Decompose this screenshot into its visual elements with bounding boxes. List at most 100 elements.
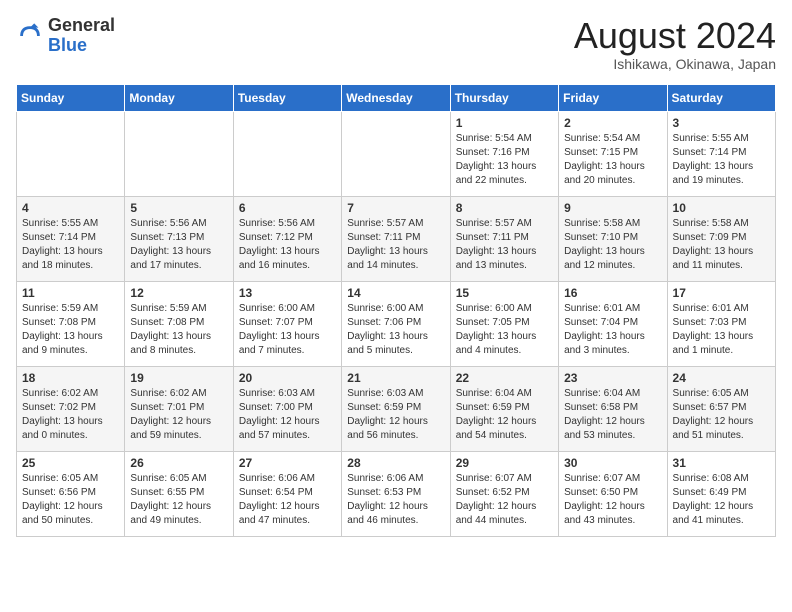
day-number: 26 (130, 456, 227, 470)
day-number: 23 (564, 371, 661, 385)
weekday-header-saturday: Saturday (667, 84, 775, 111)
calendar-week-2: 4 Sunrise: 5:55 AM Sunset: 7:14 PM Daylig… (17, 196, 776, 281)
day-info: Sunrise: 6:03 AM Sunset: 7:00 PM Dayligh… (239, 387, 336, 443)
day-info: Sunrise: 5:54 AM Sunset: 7:15 PM Dayligh… (564, 132, 661, 188)
calendar-cell: 20 Sunrise: 6:03 AM Sunset: 7:00 PM Dayli… (233, 366, 341, 451)
day-info: Sunrise: 5:59 AM Sunset: 7:08 PM Dayligh… (130, 302, 227, 358)
day-info: Sunrise: 5:58 AM Sunset: 7:09 PM Dayligh… (673, 217, 770, 273)
calendar-cell: 12 Sunrise: 5:59 AM Sunset: 7:08 PM Dayli… (125, 281, 233, 366)
day-info: Sunrise: 6:01 AM Sunset: 7:04 PM Dayligh… (564, 302, 661, 358)
calendar-cell: 2Sunrise: 5:54 AM Sunset: 7:15 PM Daylig… (559, 111, 667, 196)
day-number: 22 (456, 371, 553, 385)
calendar-cell: 4 Sunrise: 5:55 AM Sunset: 7:14 PM Daylig… (17, 196, 125, 281)
calendar-cell: 17Sunrise: 6:01 AM Sunset: 7:03 PM Dayli… (667, 281, 775, 366)
day-number: 15 (456, 286, 553, 300)
day-info: Sunrise: 5:58 AM Sunset: 7:10 PM Dayligh… (564, 217, 661, 273)
calendar-cell: 14Sunrise: 6:00 AM Sunset: 7:06 PM Dayli… (342, 281, 450, 366)
day-number: 1 (456, 116, 553, 130)
day-info: Sunrise: 5:55 AM Sunset: 7:14 PM Dayligh… (673, 132, 770, 188)
day-info: Sunrise: 6:02 AM Sunset: 7:01 PM Dayligh… (130, 387, 227, 443)
calendar-cell (17, 111, 125, 196)
day-number: 24 (673, 371, 770, 385)
day-info: Sunrise: 5:54 AM Sunset: 7:16 PM Dayligh… (456, 132, 553, 188)
day-info: Sunrise: 6:05 AM Sunset: 6:56 PM Dayligh… (22, 472, 119, 528)
logo: General Blue (16, 16, 115, 56)
day-info: Sunrise: 6:00 AM Sunset: 7:07 PM Dayligh… (239, 302, 336, 358)
day-number: 7 (347, 201, 444, 215)
day-info: Sunrise: 5:57 AM Sunset: 7:11 PM Dayligh… (347, 217, 444, 273)
calendar-table: SundayMondayTuesdayWednesdayThursdayFrid… (16, 84, 776, 537)
day-number: 3 (673, 116, 770, 130)
day-number: 16 (564, 286, 661, 300)
calendar-cell: 27 Sunrise: 6:06 AM Sunset: 6:54 PM Dayli… (233, 451, 341, 536)
calendar-cell: 31Sunrise: 6:08 AM Sunset: 6:49 PM Dayli… (667, 451, 775, 536)
day-number: 20 (239, 371, 336, 385)
day-info: Sunrise: 5:55 AM Sunset: 7:14 PM Dayligh… (22, 217, 119, 273)
day-info: Sunrise: 5:59 AM Sunset: 7:08 PM Dayligh… (22, 302, 119, 358)
day-number: 21 (347, 371, 444, 385)
calendar-cell: 9 Sunrise: 5:58 AM Sunset: 7:10 PM Daylig… (559, 196, 667, 281)
calendar-cell: 21 Sunrise: 6:03 AM Sunset: 6:59 PM Dayli… (342, 366, 450, 451)
day-info: Sunrise: 6:00 AM Sunset: 7:06 PM Dayligh… (347, 302, 444, 358)
day-number: 5 (130, 201, 227, 215)
weekday-header-wednesday: Wednesday (342, 84, 450, 111)
day-info: Sunrise: 6:05 AM Sunset: 6:57 PM Dayligh… (673, 387, 770, 443)
day-number: 28 (347, 456, 444, 470)
calendar-cell: 1 Sunrise: 5:54 AM Sunset: 7:16 PM Daylig… (450, 111, 558, 196)
calendar-cell (125, 111, 233, 196)
day-info: Sunrise: 6:03 AM Sunset: 6:59 PM Dayligh… (347, 387, 444, 443)
calendar-cell: 22 Sunrise: 6:04 AM Sunset: 6:59 PM Dayli… (450, 366, 558, 451)
day-info: Sunrise: 6:07 AM Sunset: 6:52 PM Dayligh… (456, 472, 553, 528)
day-number: 12 (130, 286, 227, 300)
page-header: General Blue August 2024 Ishikawa, Okina… (16, 16, 776, 72)
calendar-cell: 15 Sunrise: 6:00 AM Sunset: 7:05 PM Dayli… (450, 281, 558, 366)
calendar-cell: 29 Sunrise: 6:07 AM Sunset: 6:52 PM Dayli… (450, 451, 558, 536)
calendar-cell: 30 Sunrise: 6:07 AM Sunset: 6:50 PM Dayli… (559, 451, 667, 536)
calendar-cell: 19Sunrise: 6:02 AM Sunset: 7:01 PM Dayli… (125, 366, 233, 451)
calendar-cell: 11Sunrise: 5:59 AM Sunset: 7:08 PM Dayli… (17, 281, 125, 366)
calendar-cell: 26 Sunrise: 6:05 AM Sunset: 6:55 PM Dayli… (125, 451, 233, 536)
weekday-header-friday: Friday (559, 84, 667, 111)
day-number: 25 (22, 456, 119, 470)
day-info: Sunrise: 6:08 AM Sunset: 6:49 PM Dayligh… (673, 472, 770, 528)
calendar-cell: 13 Sunrise: 6:00 AM Sunset: 7:07 PM Dayli… (233, 281, 341, 366)
day-number: 18 (22, 371, 119, 385)
calendar-cell: 6Sunrise: 5:56 AM Sunset: 7:12 PM Daylig… (233, 196, 341, 281)
day-info: Sunrise: 6:00 AM Sunset: 7:05 PM Dayligh… (456, 302, 553, 358)
calendar-cell: 23Sunrise: 6:04 AM Sunset: 6:58 PM Dayli… (559, 366, 667, 451)
calendar-cell (342, 111, 450, 196)
calendar-week-5: 25 Sunrise: 6:05 AM Sunset: 6:56 PM Dayli… (17, 451, 776, 536)
calendar-week-3: 11Sunrise: 5:59 AM Sunset: 7:08 PM Dayli… (17, 281, 776, 366)
day-number: 10 (673, 201, 770, 215)
weekday-header-thursday: Thursday (450, 84, 558, 111)
calendar-cell: 5 Sunrise: 5:56 AM Sunset: 7:13 PM Daylig… (125, 196, 233, 281)
day-number: 27 (239, 456, 336, 470)
day-number: 30 (564, 456, 661, 470)
logo-icon (16, 22, 44, 50)
weekday-header-tuesday: Tuesday (233, 84, 341, 111)
day-number: 6 (239, 201, 336, 215)
calendar-cell (233, 111, 341, 196)
day-info: Sunrise: 6:04 AM Sunset: 6:59 PM Dayligh… (456, 387, 553, 443)
day-info: Sunrise: 6:06 AM Sunset: 6:54 PM Dayligh… (239, 472, 336, 528)
day-info: Sunrise: 6:05 AM Sunset: 6:55 PM Dayligh… (130, 472, 227, 528)
day-number: 13 (239, 286, 336, 300)
day-number: 8 (456, 201, 553, 215)
location-subtitle: Ishikawa, Okinawa, Japan (574, 56, 776, 72)
day-number: 9 (564, 201, 661, 215)
calendar-cell: 10 Sunrise: 5:58 AM Sunset: 7:09 PM Dayli… (667, 196, 775, 281)
day-number: 29 (456, 456, 553, 470)
calendar-cell: 24 Sunrise: 6:05 AM Sunset: 6:57 PM Dayli… (667, 366, 775, 451)
weekday-header-row: SundayMondayTuesdayWednesdayThursdayFrid… (17, 84, 776, 111)
day-info: Sunrise: 5:56 AM Sunset: 7:13 PM Dayligh… (130, 217, 227, 273)
calendar-week-4: 18Sunrise: 6:02 AM Sunset: 7:02 PM Dayli… (17, 366, 776, 451)
logo-general-text: General (48, 15, 115, 35)
logo-blue-text: Blue (48, 35, 87, 55)
calendar-week-1: 1 Sunrise: 5:54 AM Sunset: 7:16 PM Daylig… (17, 111, 776, 196)
month-title: August 2024 (574, 16, 776, 56)
day-info: Sunrise: 6:07 AM Sunset: 6:50 PM Dayligh… (564, 472, 661, 528)
calendar-cell: 28Sunrise: 6:06 AM Sunset: 6:53 PM Dayli… (342, 451, 450, 536)
day-number: 4 (22, 201, 119, 215)
day-info: Sunrise: 6:01 AM Sunset: 7:03 PM Dayligh… (673, 302, 770, 358)
weekday-header-monday: Monday (125, 84, 233, 111)
